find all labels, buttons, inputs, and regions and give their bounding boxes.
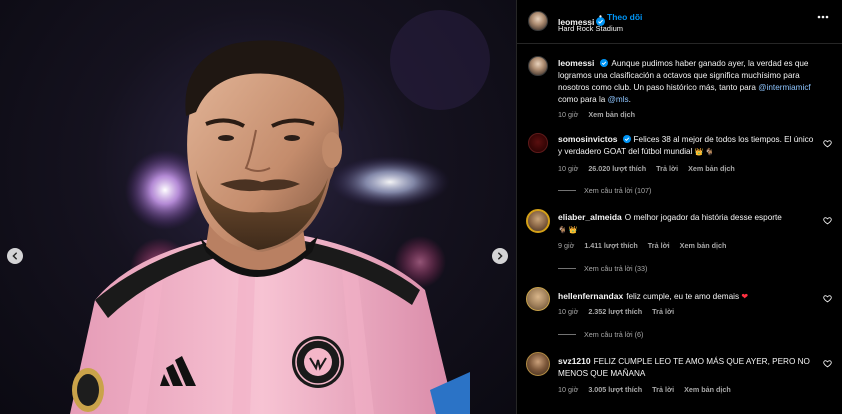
view-replies-label: Xem câu trả lời (6) (584, 330, 644, 339)
comment-meta: 10 giờ 26.020 lượt thích Trả lời Xem bản dị… (558, 164, 745, 173)
translate-button[interactable]: Xem bản dịch (680, 241, 727, 250)
heart-outline-icon[interactable] (823, 216, 832, 225)
avatar[interactable] (526, 287, 550, 311)
caption-meta: 10 giờ Xem bản dịch (558, 110, 645, 119)
comment-text: feliz cumple, eu te amo demais (626, 292, 740, 301)
previous-photo-button[interactable] (7, 248, 23, 264)
translate-button[interactable]: Xem bản dịch (684, 385, 731, 394)
caption-username[interactable]: leomessi (558, 58, 594, 68)
caption-text: como para la (558, 95, 608, 104)
post-caption: leomessi Aunque pudimos haber ganado ayer… (558, 57, 822, 106)
avatar[interactable] (528, 11, 548, 31)
chevron-right-icon (498, 252, 503, 260)
heart-outline-icon[interactable] (823, 294, 832, 303)
reply-button[interactable]: Trả lời (648, 241, 670, 250)
comment-meta: 10 giờ 2.352 lượt thích Trả lời (558, 307, 684, 316)
heart-outline-icon[interactable] (823, 139, 832, 148)
comment: hellenfernandax feliz cumple, eu te amo d… (558, 290, 814, 303)
more-options-icon[interactable] (817, 15, 829, 19)
view-replies-button[interactable]: Xem câu trả lời (6) (558, 330, 643, 339)
verified-badge-icon (600, 59, 609, 67)
post-header: leomessi • Theo dõi Hard Rock Stadium (517, 0, 842, 44)
heart-outline-icon[interactable] (823, 359, 832, 368)
avatar[interactable] (526, 209, 550, 233)
caption-text: . (628, 95, 631, 104)
comment-text: O melhor jogador da história desse espor… (624, 213, 782, 222)
timestamp[interactable]: 9 giờ (558, 241, 574, 250)
reply-button[interactable]: Trả lời (656, 164, 678, 173)
avatar[interactable] (526, 352, 550, 376)
comment-username[interactable]: eliaber_almeida (558, 212, 622, 222)
post-location[interactable]: Hard Rock Stadium (558, 24, 623, 33)
follow-button[interactable]: Theo dõi (607, 12, 642, 22)
translate-button[interactable]: Xem bản dịch (688, 164, 735, 173)
mention-link[interactable]: @mls (608, 95, 629, 104)
like-count[interactable]: 2.352 lượt thích (588, 307, 642, 316)
comment-emoji: ❤ (741, 292, 749, 301)
chevron-left-icon (12, 252, 17, 260)
view-replies-label: Xem câu trả lời (107) (584, 186, 652, 195)
comment-meta: 10 giờ 3.005 lượt thích Trả lời Xem bản dịc… (558, 385, 741, 394)
comment-username[interactable]: hellenfernandax (558, 291, 623, 301)
replies-line (558, 190, 576, 191)
comment: eliaber_almeida O melhor jogador da histó… (558, 211, 814, 237)
like-count[interactable]: 3.005 lượt thích (588, 385, 642, 394)
mention-link[interactable]: @intermiamicf (758, 83, 810, 92)
comment-emoji: 👑 🐐 (694, 149, 715, 156)
reply-button[interactable]: Trả lời (652, 307, 674, 316)
separator-dot: • (599, 11, 602, 21)
post-media[interactable] (0, 0, 516, 414)
avatar[interactable] (528, 56, 548, 76)
timestamp[interactable]: 10 giờ (558, 385, 578, 394)
timestamp[interactable]: 10 giờ (558, 110, 578, 119)
view-replies-button[interactable]: Xem câu trả lời (107) (558, 186, 651, 195)
comment-username[interactable]: svz1210 (558, 356, 591, 366)
comment-meta: 9 giờ 1.411 lượt thích Trả lời Xem bản dịch (558, 241, 736, 250)
comment-username[interactable]: somosinvictos (558, 134, 618, 144)
replies-line (558, 268, 576, 269)
verified-badge-icon (622, 135, 631, 143)
comment-text: FELIZ CUMPLE LEO TE AMO MÁS QUE AYER, PE… (558, 357, 810, 378)
timestamp[interactable]: 10 giờ (558, 164, 578, 173)
post-photo (70, 10, 490, 414)
next-photo-button[interactable] (492, 248, 508, 264)
timestamp[interactable]: 10 giờ (558, 307, 578, 316)
view-replies-button[interactable]: Xem câu trả lời (33) (558, 264, 647, 273)
like-count[interactable]: 1.411 lượt thích (584, 241, 637, 250)
view-replies-label: Xem câu trả lời (33) (584, 264, 648, 273)
comment-emoji: 🐐 👑 (558, 227, 578, 234)
replies-line (558, 334, 576, 335)
like-count[interactable]: 26.020 lượt thích (588, 164, 646, 173)
avatar[interactable] (528, 133, 548, 153)
comment: svz1210 FELIZ CUMPLE LEO TE AMO MÁS QUE A… (558, 355, 814, 380)
post-side-panel: leomessi • Theo dõi Hard Rock Stadium le… (516, 0, 842, 414)
translate-button[interactable]: Xem bản dịch (588, 110, 635, 119)
reply-button[interactable]: Trả lời (652, 385, 674, 394)
comment: somosinvictos Felices 38 al mejor de todo… (558, 133, 814, 159)
